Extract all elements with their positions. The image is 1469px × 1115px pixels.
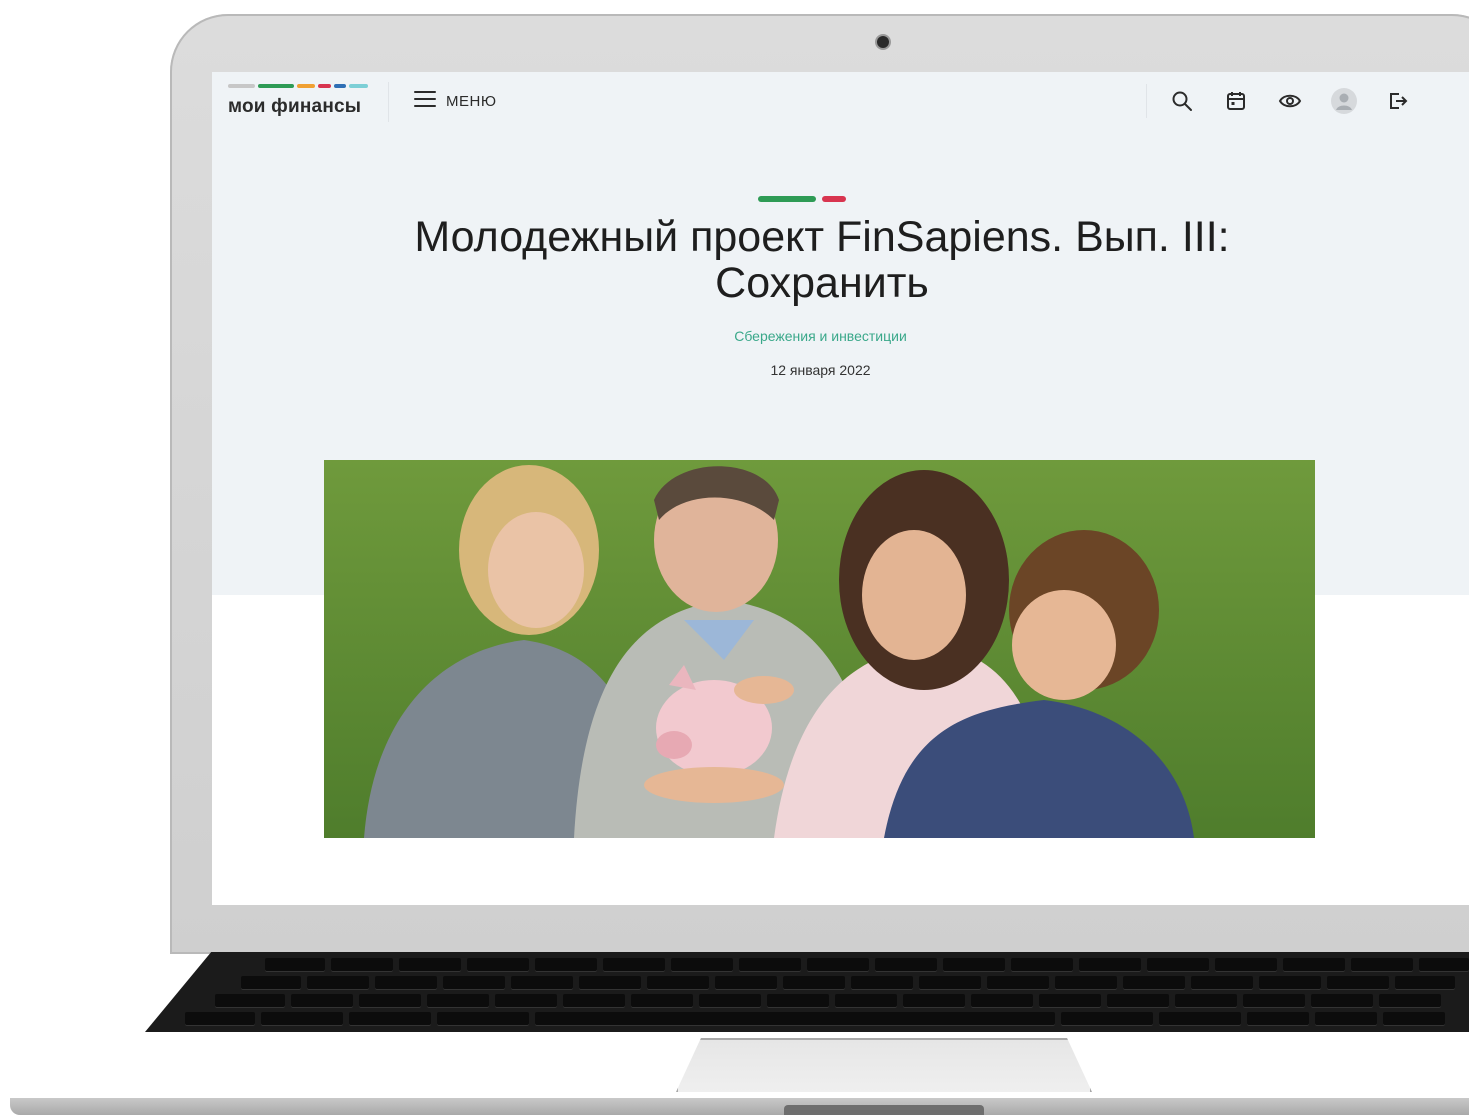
article-hero-image xyxy=(324,460,1315,838)
laptop-keyboard xyxy=(145,952,1469,1032)
laptop-screen: мои финансы МЕНЮ Молодежный проект FinSa… xyxy=(212,72,1469,905)
article-title: Молодежный проект FinSapiens. Вып. III: … xyxy=(272,214,1372,306)
laptop-trackpad xyxy=(676,1038,1092,1092)
laptop-notch xyxy=(784,1105,984,1115)
logo-stripes xyxy=(228,84,368,88)
calendar-icon[interactable] xyxy=(1223,88,1249,114)
menu-label: МЕНЮ xyxy=(446,92,497,110)
eye-icon[interactable] xyxy=(1277,88,1303,114)
article-category-link[interactable]: Сбережения и инвестиции xyxy=(212,328,1429,344)
hamburger-icon xyxy=(414,90,436,113)
title-accent xyxy=(758,196,846,202)
logo-text: мои финансы xyxy=(228,96,362,117)
laptop-base-edge xyxy=(10,1098,1469,1115)
header-actions xyxy=(1169,88,1411,114)
article-date: 12 января 2022 xyxy=(770,362,871,378)
menu-button[interactable]: МЕНЮ xyxy=(414,90,497,112)
article-title-line1: Молодежный проект FinSapiens. Вып. III: xyxy=(414,213,1230,261)
logout-icon[interactable] xyxy=(1385,88,1411,114)
site-header: мои финансы МЕНЮ xyxy=(212,72,1469,132)
header-divider xyxy=(388,82,389,122)
article-title-line2: Сохранить xyxy=(715,259,929,307)
site-logo[interactable]: мои финансы xyxy=(228,84,368,118)
user-avatar[interactable] xyxy=(1331,88,1357,114)
search-icon[interactable] xyxy=(1169,88,1195,114)
webcam xyxy=(877,36,889,48)
icons-divider xyxy=(1146,84,1147,118)
